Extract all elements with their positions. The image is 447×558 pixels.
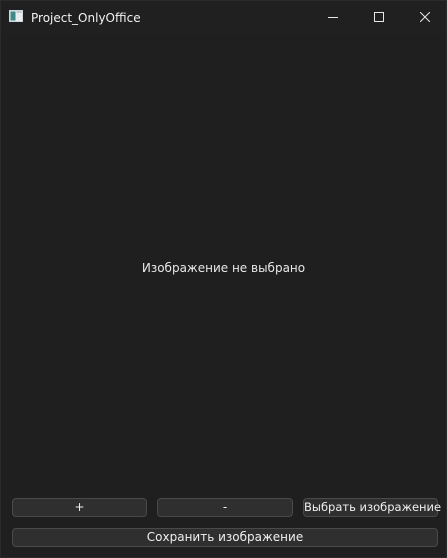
title-bar[interactable]: Project_OnlyOffice <box>1 1 446 34</box>
close-icon <box>420 12 430 22</box>
save-image-button[interactable]: Сохранить изображение <box>12 528 438 547</box>
close-button[interactable] <box>402 1 447 33</box>
minimize-button[interactable] <box>310 1 356 33</box>
choose-image-button[interactable]: Выбрать изображение <box>303 498 441 517</box>
app-window-icon <box>9 10 23 22</box>
window-title: Project_OnlyOffice <box>31 11 141 25</box>
image-placeholder-label: Изображение не выбрано <box>141 261 306 275</box>
maximize-icon <box>374 12 384 22</box>
minimize-icon <box>328 17 338 18</box>
app-window: Project_OnlyOffice Изображение не выбран… <box>0 0 447 558</box>
zoom-in-button[interactable]: + <box>12 498 147 517</box>
zoom-out-button[interactable]: - <box>157 498 293 517</box>
maximize-button[interactable] <box>356 1 402 33</box>
